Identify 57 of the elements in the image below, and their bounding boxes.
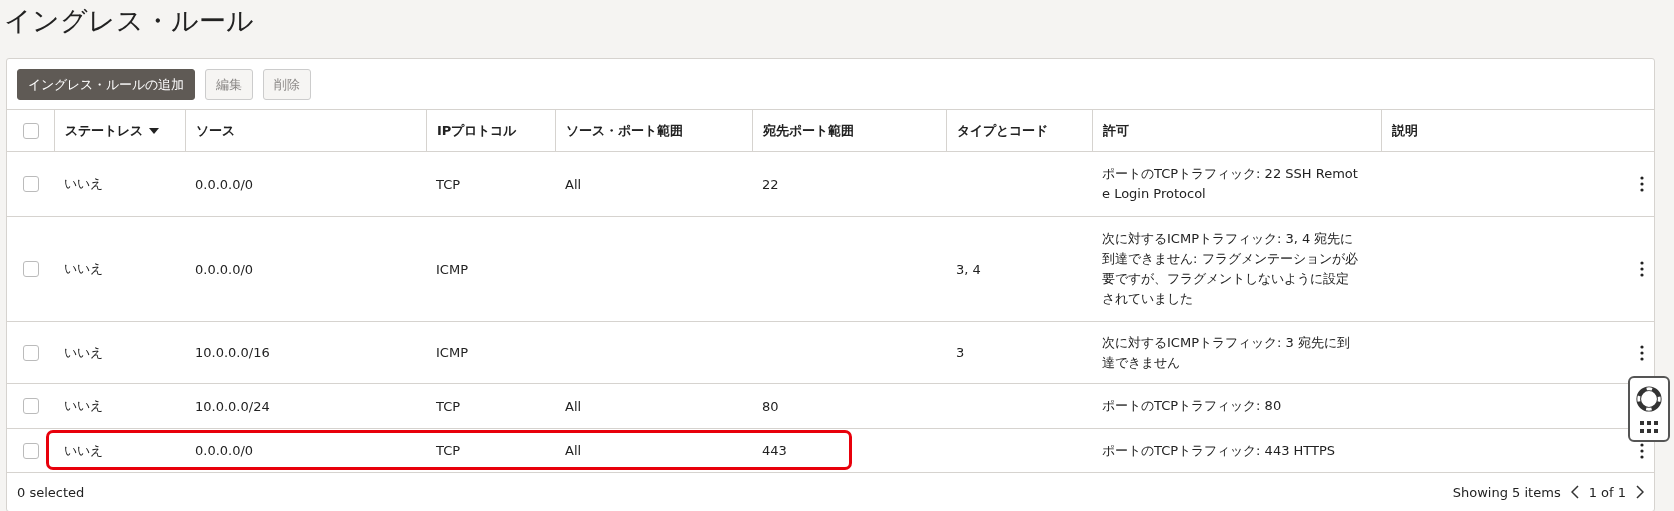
- table-cell: ICMP: [436, 345, 468, 360]
- more-actions-icon[interactable]: [1640, 261, 1644, 277]
- table-cell: 3, 4: [956, 261, 981, 277]
- row-checkbox[interactable]: [22, 176, 39, 192]
- table-cell-text: ポートのTCPトラフィック: 22 SSH Remote Login Protocol: [1102, 165, 1359, 203]
- table-cell: TCP: [436, 443, 461, 458]
- sort-caret-icon[interactable]: [149, 127, 159, 134]
- table-cell: いいえ: [64, 260, 103, 278]
- selected-count: 0 selected: [17, 484, 85, 500]
- previous-page-icon[interactable]: [1570, 485, 1579, 499]
- table-cell-text: ポートのTCPトラフィック: 80: [1102, 397, 1282, 415]
- table-cell: 10.0.0.0/16: [195, 345, 270, 360]
- next-page-icon[interactable]: [1636, 485, 1644, 499]
- column-header[interactable]: ソース・ポート範囲: [566, 121, 683, 140]
- table-cell: All: [565, 398, 582, 414]
- table-cell: 80: [762, 398, 779, 414]
- more-actions-icon[interactable]: [1640, 344, 1644, 361]
- lifebuoy-icon[interactable]: [1635, 385, 1663, 413]
- page-title: イングレス・ルール: [4, 4, 255, 38]
- row-checkbox[interactable]: [22, 398, 39, 414]
- table-cell: All: [565, 443, 582, 458]
- column-header[interactable]: タイプとコード: [957, 121, 1048, 140]
- column-header[interactable]: 宛先ポート範囲: [763, 121, 854, 140]
- table-cell: いいえ: [64, 175, 103, 193]
- table-cell: All: [565, 176, 582, 192]
- table-cell: TCP: [436, 176, 461, 192]
- table-cell-text: 次に対するICMPトラフィック: 3 宛先に到達できません: [1102, 333, 1351, 372]
- table-cell-text: 次に対するICMPトラフィック: 3, 4 宛先に到達できません: フラグメンテーションが必要ですが、フラグメントしないように設定されていました: [1102, 230, 1359, 308]
- help-widget[interactable]: [1628, 376, 1670, 442]
- table-cell: いいえ: [64, 441, 103, 460]
- more-actions-icon[interactable]: [1640, 442, 1644, 459]
- table-cell: 22: [762, 176, 779, 192]
- row-checkbox[interactable]: [22, 344, 39, 361]
- column-header[interactable]: 説明: [1392, 121, 1418, 140]
- table-cell: 0.0.0.0/0: [195, 176, 254, 192]
- table-cell: 0.0.0.0/0: [195, 443, 254, 458]
- table-cell: 443: [762, 443, 787, 458]
- item-count: Showing 5 items: [1452, 484, 1561, 500]
- column-header[interactable]: IPプロトコル: [437, 121, 517, 140]
- table-cell: ICMP: [436, 261, 468, 277]
- grid-icon[interactable]: [1640, 421, 1658, 433]
- select-all-checkbox[interactable]: [22, 122, 39, 139]
- table-cell-text: ポートのTCPトラフィック: 443 HTTPS: [1102, 441, 1336, 460]
- column-header[interactable]: 許可: [1103, 121, 1129, 140]
- add-rule-button[interactable]: イングレス・ルールの追加: [17, 69, 195, 100]
- table-cell: TCP: [436, 398, 461, 414]
- table-cell: 0.0.0.0/0: [195, 261, 254, 277]
- more-actions-icon[interactable]: [1640, 176, 1644, 192]
- table-cell: いいえ: [64, 397, 103, 415]
- table-cell: 3: [956, 345, 965, 360]
- page-indicator: 1 of 1: [1588, 484, 1626, 500]
- table-cell: 10.0.0.0/24: [195, 398, 270, 414]
- column-header[interactable]: ソース: [196, 121, 235, 140]
- column-header[interactable]: ステートレス: [65, 121, 143, 140]
- row-checkbox[interactable]: [22, 261, 39, 277]
- row-checkbox[interactable]: [22, 442, 39, 459]
- table-cell: いいえ: [64, 343, 103, 362]
